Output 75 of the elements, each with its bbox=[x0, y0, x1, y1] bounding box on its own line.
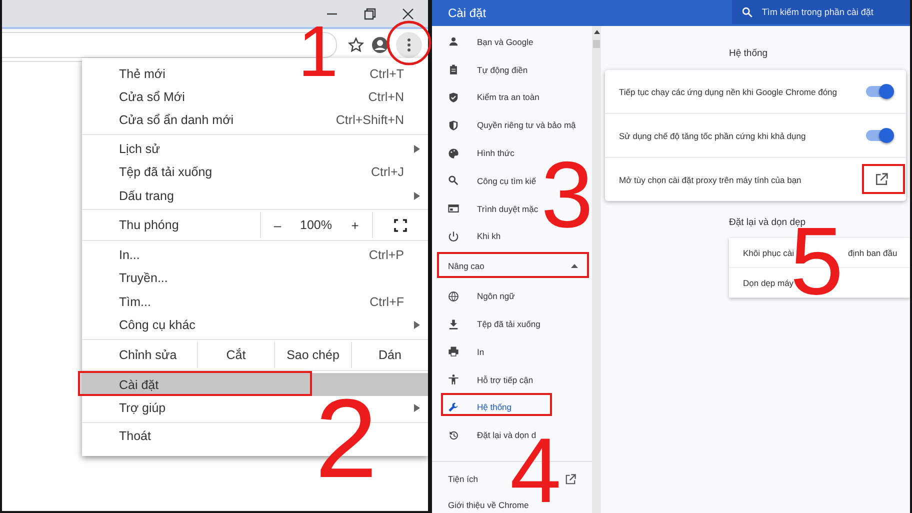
sidebar-item[interactable]: Hệ thống bbox=[432, 394, 592, 422]
menu-item[interactable]: Tệp đã tải xuống Ctrl+J bbox=[82, 160, 428, 184]
scrollbar[interactable] bbox=[592, 26, 601, 513]
close-icon[interactable] bbox=[402, 8, 414, 20]
sidebar-item[interactable]: Kiểm tra an toàn bbox=[432, 84, 592, 112]
menu-button[interactable] bbox=[396, 32, 422, 58]
history-icon bbox=[448, 430, 459, 441]
submenu-arrow-icon bbox=[414, 144, 420, 153]
menu-item[interactable]: Lịch sử bbox=[82, 137, 428, 161]
step-number: 2 bbox=[315, 398, 378, 481]
star-icon[interactable] bbox=[348, 37, 364, 53]
zoom-in-button[interactable]: + bbox=[338, 212, 372, 238]
submenu-arrow-icon bbox=[414, 192, 420, 200]
globe-icon bbox=[448, 290, 459, 302]
clipboard-icon bbox=[448, 64, 459, 76]
submenu-arrow-icon bbox=[414, 404, 420, 412]
setting-label: Tiếp tục chạy các ứng dụng nền khi Google Chrome đóng bbox=[619, 86, 838, 96]
toggle-switch[interactable] bbox=[866, 130, 892, 141]
search-icon bbox=[742, 6, 753, 18]
external-link-icon bbox=[565, 474, 576, 485]
edit-label: Chỉnh sửa bbox=[119, 348, 178, 362]
section-title: Đặt lại và dọn dẹp bbox=[729, 217, 807, 228]
restore-icon[interactable] bbox=[364, 8, 376, 20]
sidebar-item[interactable]: Tự động điền bbox=[432, 56, 592, 84]
browser-window-icon bbox=[448, 203, 459, 214]
zoom-label: Thu phóng bbox=[119, 218, 180, 232]
step-number: 1 bbox=[298, 26, 338, 80]
person-icon bbox=[448, 36, 459, 48]
sidebar-item[interactable]: Tệp đã tải xuống bbox=[432, 310, 592, 338]
wrench-icon bbox=[448, 402, 459, 413]
caret-icon bbox=[571, 264, 578, 268]
section-title: Hệ thống bbox=[729, 48, 769, 59]
fullscreen-icon bbox=[394, 218, 407, 232]
menu-item[interactable]: Cài đặt bbox=[82, 372, 428, 396]
highlight-frame bbox=[862, 164, 905, 194]
menu-item[interactable]: Cửa sổ ẩn danh mới Ctrl+Shift+N bbox=[82, 108, 428, 132]
edit-action-button[interactable]: Cắt bbox=[197, 342, 274, 368]
zoom-out-button[interactable]: – bbox=[260, 212, 294, 238]
setting-label: Sử dụng chế độ tăng tốc phần cứng khi khả dụng bbox=[619, 130, 806, 140]
page-title: Cài đặt bbox=[447, 6, 486, 20]
sidebar-item[interactable]: Quyền riêng tư và bảo mậ bbox=[432, 111, 592, 140]
edit-action-button[interactable]: Dán bbox=[351, 342, 428, 368]
sidebar-item[interactable]: Ngôn ngữ bbox=[432, 282, 592, 310]
external-link-icon[interactable] bbox=[875, 173, 888, 186]
sidebar-item[interactable]: Bạn và Google bbox=[432, 28, 592, 56]
setting-label: Mở tùy chọn cài đặt proxy trên máy tính của bạn bbox=[619, 174, 802, 184]
toggle-switch[interactable] bbox=[866, 86, 892, 97]
shield-check-icon bbox=[448, 92, 459, 103]
search-icon bbox=[448, 175, 459, 186]
profile-icon[interactable] bbox=[371, 36, 389, 54]
search-input[interactable]: Tìm kiếm trong phần cài đặt bbox=[762, 7, 910, 17]
menu-item[interactable]: Truyền... bbox=[82, 266, 428, 290]
accessibility-icon bbox=[448, 374, 459, 386]
edit-action-button[interactable]: Sao chép bbox=[274, 342, 351, 368]
highlight-circle bbox=[386, 20, 432, 66]
scrollbar-thumb[interactable] bbox=[593, 40, 600, 48]
submenu-arrow-icon bbox=[414, 321, 420, 330]
menu-item[interactable]: Tìm... Ctrl+F bbox=[82, 290, 428, 314]
advanced-section-toggle[interactable]: Nâng cao bbox=[436, 254, 584, 278]
menu-item[interactable]: Dấu trang bbox=[82, 184, 428, 208]
menu-item[interactable]: Cửa sổ Mới Ctrl+N bbox=[82, 85, 428, 109]
download-icon bbox=[448, 318, 459, 330]
palette-icon bbox=[448, 148, 459, 159]
menu-item[interactable]: In... Ctrl+P bbox=[82, 243, 428, 267]
shield-icon bbox=[448, 120, 459, 131]
sidebar-item[interactable]: In bbox=[432, 338, 592, 366]
printer-icon bbox=[448, 346, 459, 358]
menu-item[interactable]: Công cụ khác bbox=[82, 314, 428, 337]
more-vertical-icon bbox=[407, 38, 411, 52]
zoom-level: 100% bbox=[299, 218, 333, 232]
sidebar-item[interactable]: Hỗ trợ tiếp cận bbox=[432, 366, 592, 394]
power-icon bbox=[448, 230, 459, 242]
search-bar[interactable]: Tìm kiếm trong phần cài đặt bbox=[732, 0, 910, 24]
step-number: 3 bbox=[541, 160, 594, 230]
scroll-up-arrow-icon[interactable] bbox=[594, 30, 600, 34]
